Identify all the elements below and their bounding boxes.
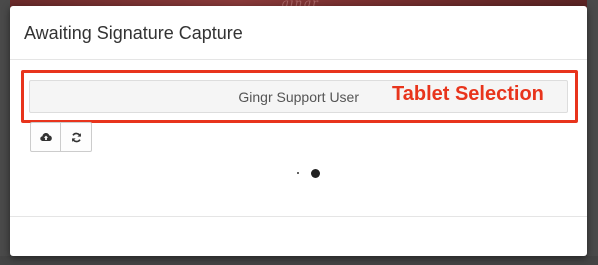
modal-header: Awaiting Signature Capture — [10, 6, 587, 60]
modal-body: Gingr Support User Tablet Selection — [10, 60, 587, 216]
backdrop-left — [0, 0, 10, 265]
backdrop-right — [587, 0, 598, 265]
tablet-selection-callout: Tablet Selection — [392, 83, 544, 105]
refresh-icon — [71, 132, 82, 143]
modal-title: Awaiting Signature Capture — [24, 23, 243, 43]
backdrop-bottom — [0, 256, 598, 265]
refresh-button[interactable] — [61, 122, 92, 152]
modal-footer — [10, 216, 587, 256]
tablet-select-value: Gingr Support User — [238, 89, 359, 105]
upload-button[interactable] — [30, 122, 61, 152]
cloud-upload-icon — [39, 132, 52, 142]
signature-capture-modal: Awaiting Signature Capture Gingr Support… — [10, 6, 587, 256]
loading-dot-large — [311, 169, 320, 178]
loading-dot-small — [297, 172, 299, 174]
loading-indicator — [296, 168, 326, 180]
signature-toolbar — [30, 122, 92, 152]
